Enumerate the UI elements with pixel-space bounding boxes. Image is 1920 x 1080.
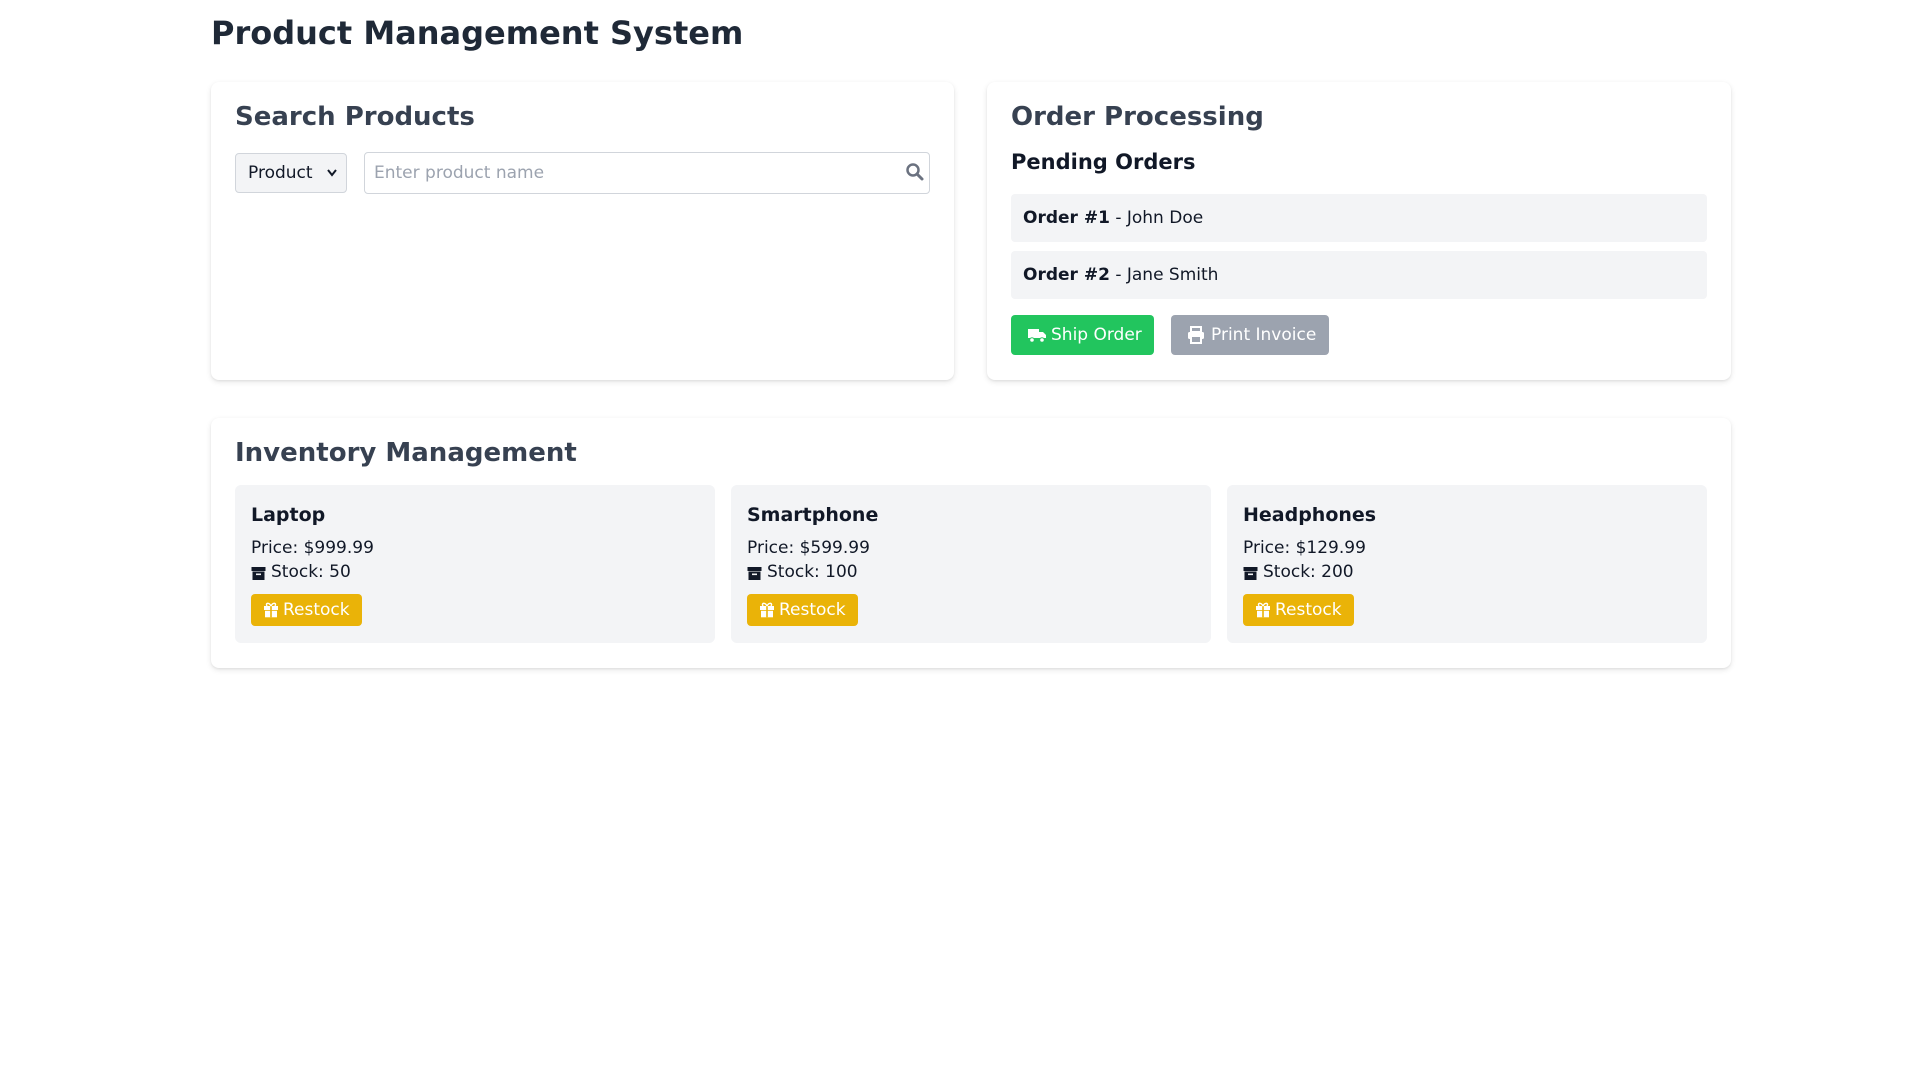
archive-icon <box>251 567 266 580</box>
ship-order-button[interactable]: Ship Order <box>1011 315 1154 355</box>
order-customer: - John Doe <box>1109 208 1204 228</box>
search-type-select-value: Product <box>248 163 313 183</box>
product-stock-text: Stock: 100 <box>767 562 858 582</box>
product-price: Price: $599.99 <box>747 538 870 558</box>
chevron-down-icon <box>326 154 338 207</box>
archive-icon <box>747 567 762 580</box>
product-price: Price: $129.99 <box>1243 538 1366 558</box>
restock-button[interactable]: Restock <box>251 594 362 626</box>
order-processing-card: Order Processing Pending Orders Order #1… <box>987 82 1731 380</box>
product-name: Laptop <box>251 504 326 526</box>
restock-button[interactable]: Restock <box>747 594 858 626</box>
restock-button[interactable]: Restock <box>1243 594 1354 626</box>
inventory-item-laptop: Laptop Price: $999.99 Stock: 50 Restock <box>235 485 715 643</box>
truck-icon <box>1028 329 1046 343</box>
inventory-management-card: Inventory Management Laptop Price: $999.… <box>211 418 1731 668</box>
print-invoice-button[interactable]: Print Invoice <box>1171 315 1329 355</box>
print-invoice-label: Print Invoice <box>1211 325 1317 345</box>
order-id: Order #2 <box>1023 265 1110 285</box>
order-row[interactable]: Order #1 - John Doe <box>1011 194 1707 242</box>
product-name: Headphones <box>1243 504 1377 526</box>
page-title: Product Management System <box>211 14 744 52</box>
restock-label: Restock <box>779 600 846 620</box>
inventory-item-smartphone: Smartphone Price: $599.99 Stock: 100 Res… <box>731 485 1211 643</box>
printer-icon <box>1188 326 1204 344</box>
restock-label: Restock <box>1275 600 1342 620</box>
order-customer: - Jane Smith <box>1109 265 1219 285</box>
order-id: Order #1 <box>1023 208 1110 228</box>
ship-order-label: Ship Order <box>1051 325 1142 345</box>
search-type-select[interactable]: Product <box>235 153 347 193</box>
search-products-card: Search Products Product <box>211 82 954 380</box>
archive-icon <box>1243 567 1258 580</box>
search-products-heading: Search Products <box>235 102 475 132</box>
gift-icon <box>760 602 774 618</box>
order-processing-heading: Order Processing <box>1011 102 1264 132</box>
restock-label: Restock <box>283 600 350 620</box>
inventory-item-headphones: Headphones Price: $129.99 Stock: 200 Res… <box>1227 485 1707 643</box>
pending-orders-heading: Pending Orders <box>1011 150 1196 174</box>
gift-icon <box>1256 602 1270 618</box>
search-input[interactable] <box>364 152 930 194</box>
product-stock-text: Stock: 200 <box>1263 562 1354 582</box>
product-stock-text: Stock: 50 <box>271 562 351 582</box>
search-icon[interactable] <box>905 162 925 182</box>
product-price: Price: $999.99 <box>251 538 374 558</box>
inventory-management-heading: Inventory Management <box>235 438 577 468</box>
gift-icon <box>264 602 278 618</box>
product-name: Smartphone <box>747 504 879 526</box>
order-row[interactable]: Order #2 - Jane Smith <box>1011 251 1707 299</box>
